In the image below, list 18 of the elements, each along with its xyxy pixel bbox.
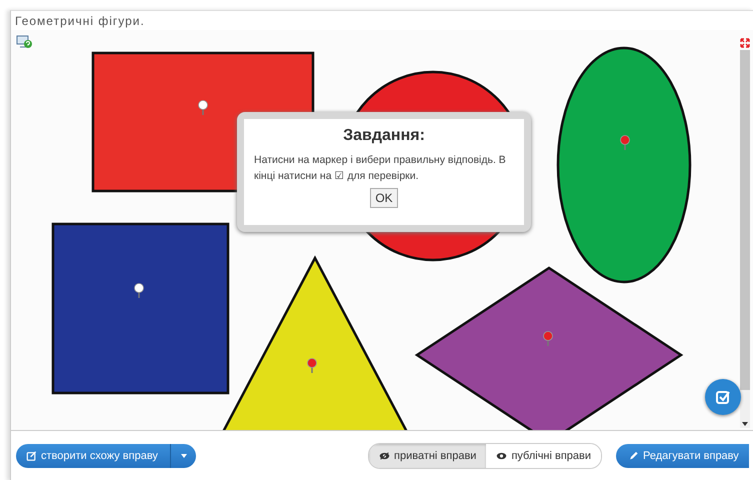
dialog-text: Натисни на маркер і вибери правильну відповідь. В кінці натисни на ☑ для перевірки.	[254, 153, 507, 184]
eye-icon	[496, 451, 508, 461]
window-title: Геометричні фігури.	[15, 14, 145, 28]
eye-slash-icon	[379, 451, 390, 461]
pin-icon[interactable]	[134, 283, 144, 298]
fullscreen-icon[interactable]	[740, 38, 750, 48]
filter-tab[interactable]: приватні вправи	[369, 444, 486, 468]
checkbox-icon	[715, 389, 731, 405]
ok-button[interactable]: OK	[370, 188, 398, 208]
pencil-icon	[628, 451, 640, 461]
check-button[interactable]	[705, 379, 741, 415]
dropdown-button[interactable]	[170, 444, 196, 468]
help-icon[interactable]	[16, 35, 32, 49]
edit-button[interactable]: Редагувати вправу	[616, 444, 750, 468]
pin-icon[interactable]	[198, 100, 208, 115]
create-button[interactable]: створити схожу вправу	[16, 444, 170, 468]
dialog-title: Завдання:	[343, 127, 425, 145]
edit-icon	[26, 451, 37, 461]
